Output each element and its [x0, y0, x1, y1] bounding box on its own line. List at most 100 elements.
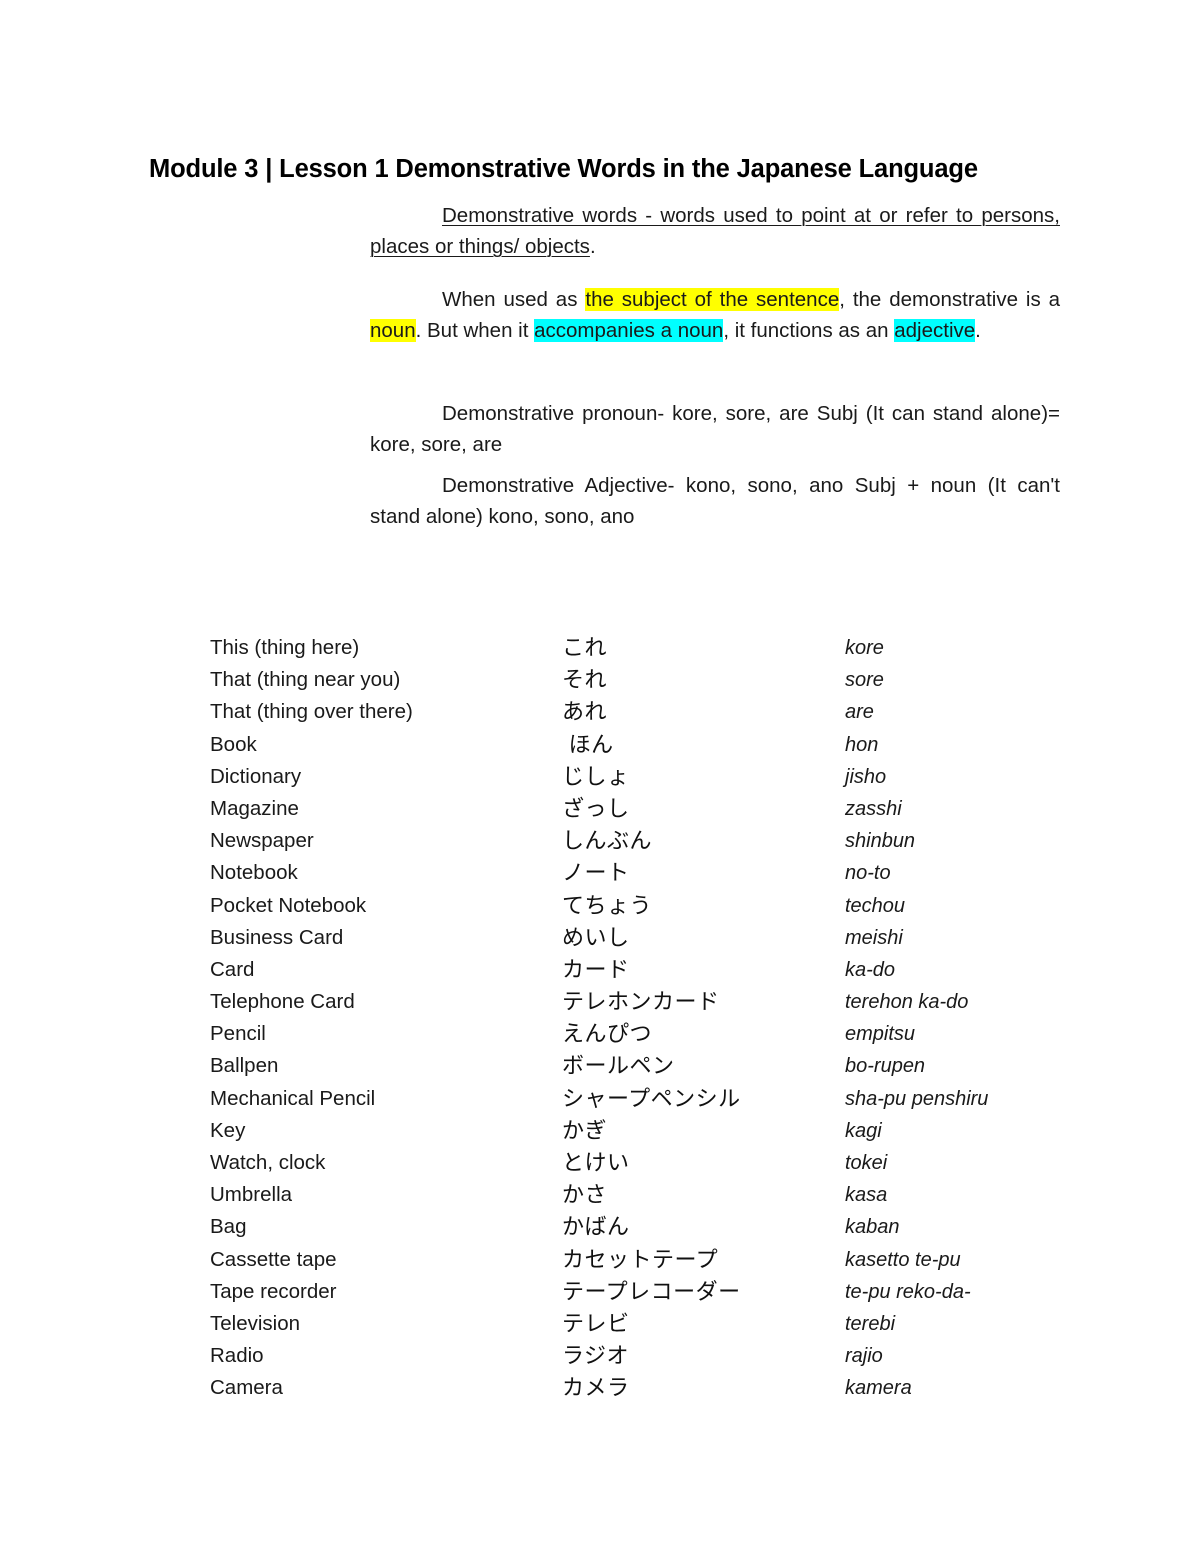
vocabulary-japanese: ラジオ	[562, 1343, 630, 1369]
vocabulary-romaji: techou	[845, 894, 906, 917]
vocabulary-romaji: bo-rupen	[845, 1055, 926, 1078]
vocabulary-row: Pocket Notebook てちょう techou	[0, 890, 1200, 922]
definition-text: Demonstrative words - words used to poin…	[370, 204, 1060, 258]
vocabulary-row: Camera カメラ kamera	[0, 1372, 1200, 1404]
vocabulary-english: Card	[210, 957, 255, 981]
vocabulary-row: Radio ラジオ rajio	[0, 1340, 1200, 1372]
vocabulary-row: Tape recorder テープレコーダー te-pu reko-da-	[0, 1276, 1200, 1308]
pronoun-text: Demonstrative pronoun- kore, sore, are S…	[370, 402, 1060, 456]
vocabulary-english: That (thing over there)	[210, 700, 413, 724]
vocabulary-japanese: シャープペンシル	[562, 1085, 741, 1111]
adjective-text: Demonstrative Adjective- kono, sono, ano…	[370, 474, 1060, 528]
vocabulary-english: Television	[210, 1311, 301, 1335]
vocabulary-japanese: カセットテープ	[562, 1246, 719, 1272]
vocabulary-romaji: te-pu reko-da-	[845, 1280, 971, 1303]
vocabulary-english: This (thing here)	[210, 636, 360, 659]
document-page: Module 3 | Lesson 1 Demonstrative Words …	[0, 0, 1200, 1553]
vocabulary-row: Mechanical Pencil シャープペンシル sha-pu penshiru	[0, 1083, 1200, 1115]
vocabulary-row: Key かぎ kagi	[0, 1115, 1200, 1147]
vocabulary-romaji: empitsu	[845, 1023, 916, 1046]
adjective-paragraph: Demonstrative Adjective- kono, sono, ano…	[370, 470, 1060, 532]
vocabulary-english: Watch, clock	[210, 1151, 326, 1174]
vocabulary-english: Cassette tape	[210, 1247, 337, 1271]
vocabulary-romaji: kagi	[845, 1119, 882, 1142]
vocabulary-row: Watch, clock とけい tokei	[0, 1147, 1200, 1179]
vocabulary-english: Newspaper	[210, 829, 314, 853]
vocabulary-japanese: ざっし	[562, 795, 630, 821]
vocabulary-romaji: tokei	[845, 1152, 888, 1174]
vocabulary-english: Umbrella	[210, 1183, 293, 1207]
vocabulary-row: Umbrella かさ kasa	[0, 1179, 1200, 1211]
usage-paragraph: When used as the subject of the sentence…	[370, 284, 1060, 346]
vocabulary-row: Cassette tape カセットテープ kasetto te-pu	[0, 1244, 1200, 1276]
vocabulary-romaji: terehon ka-do	[845, 991, 969, 1014]
vocabulary-japanese: カード	[562, 956, 630, 982]
vocabulary-english: Radio	[210, 1344, 264, 1368]
vocabulary-row: Magazine ざっし zasshi	[0, 793, 1200, 825]
vocabulary-romaji: rajio	[845, 1345, 883, 1368]
vocabulary-romaji: are	[845, 701, 874, 724]
vocabulary-japanese: テープレコーダー	[562, 1278, 741, 1304]
usage-segment-4: , it functions as an	[723, 319, 895, 342]
vocabulary-row: That (thing over there) あれ are	[0, 696, 1200, 728]
vocabulary-english: Pencil	[210, 1022, 266, 1046]
vocabulary-japanese: てちょう	[562, 892, 653, 918]
vocabulary-romaji: kore	[845, 637, 884, 659]
vocabulary-japanese: ノート	[562, 860, 630, 886]
vocabulary-english: Book	[210, 732, 257, 756]
vocabulary-romaji: kasa	[845, 1184, 888, 1207]
vocabulary-japanese: えんぴつ	[562, 1021, 653, 1047]
vocabulary-english: Bag	[210, 1215, 247, 1239]
vocabulary-japanese: しんぶん	[562, 828, 653, 854]
vocabulary-japanese: これ	[562, 635, 608, 660]
vocabulary-japanese: テレホンカード	[562, 989, 720, 1015]
vocabulary-japanese: それ	[562, 667, 608, 693]
vocabulary-row: Notebook ノート no-to	[0, 857, 1200, 889]
vocabulary-row: Card カード ka-do	[0, 954, 1200, 986]
vocabulary-row: Dictionary じしょ jisho	[0, 761, 1200, 793]
vocabulary-row: Pencil えんぴつ empitsu	[0, 1018, 1200, 1050]
highlight-adjective: adjective	[894, 319, 976, 342]
vocabulary-row: Television テレビ terebi	[0, 1308, 1200, 1340]
vocabulary-list: This (thing here) これ kore That (thing near …	[0, 632, 1200, 1405]
usage-segment-1: When used as	[442, 288, 586, 311]
vocabulary-row: Newspaper しんぶん shinbun	[0, 825, 1200, 857]
vocabulary-japanese: ボールペン	[562, 1053, 675, 1079]
vocabulary-english: Telephone Card	[210, 990, 355, 1014]
highlight-noun: noun	[370, 319, 416, 342]
vocabulary-japanese: かさ	[562, 1182, 608, 1208]
usage-segment-3: . But when it	[415, 319, 535, 342]
vocabulary-romaji: zasshi	[845, 797, 902, 820]
vocabulary-romaji: hon	[845, 733, 879, 756]
vocabulary-english: Mechanical Pencil	[210, 1086, 376, 1110]
definition-paragraph: Demonstrative words - words used to poin…	[370, 200, 1060, 262]
usage-segment-5: .	[975, 319, 981, 342]
vocabulary-row: Business Card めいし meishi	[0, 922, 1200, 954]
vocabulary-english: Dictionary	[210, 764, 302, 788]
vocabulary-romaji: shinbun	[845, 830, 916, 853]
highlight-accompanies-a-noun: accompanies a noun	[534, 319, 724, 342]
vocabulary-romaji: kasetto te-pu	[845, 1248, 961, 1271]
vocabulary-english: Pocket Notebook	[210, 893, 367, 917]
vocabulary-japanese: かぎ	[562, 1117, 608, 1143]
vocabulary-english: Camera	[210, 1376, 283, 1400]
vocabulary-japanese: ほん	[562, 731, 614, 757]
vocabulary-romaji: kaban	[845, 1216, 900, 1239]
vocabulary-romaji: sha-pu penshiru	[845, 1087, 989, 1110]
vocabulary-romaji: jisho	[845, 765, 887, 788]
vocabulary-english: Notebook	[210, 861, 298, 885]
vocabulary-japanese: じしょ	[562, 763, 630, 789]
vocabulary-row: This (thing here) これ kore	[0, 632, 1200, 664]
vocabulary-english: Tape recorder	[210, 1279, 337, 1303]
pronoun-paragraph: Demonstrative pronoun- kore, sore, are S…	[370, 398, 1060, 460]
vocabulary-japanese: あれ	[562, 699, 608, 725]
vocabulary-romaji: meishi	[845, 926, 903, 949]
vocabulary-romaji: ka-do	[845, 958, 896, 981]
page-title: Module 3 | Lesson 1 Demonstrative Words …	[149, 155, 978, 184]
vocabulary-japanese: テレビ	[562, 1310, 630, 1336]
vocabulary-english: That (thing near you)	[210, 668, 401, 692]
vocabulary-japanese: かばん	[562, 1214, 630, 1240]
